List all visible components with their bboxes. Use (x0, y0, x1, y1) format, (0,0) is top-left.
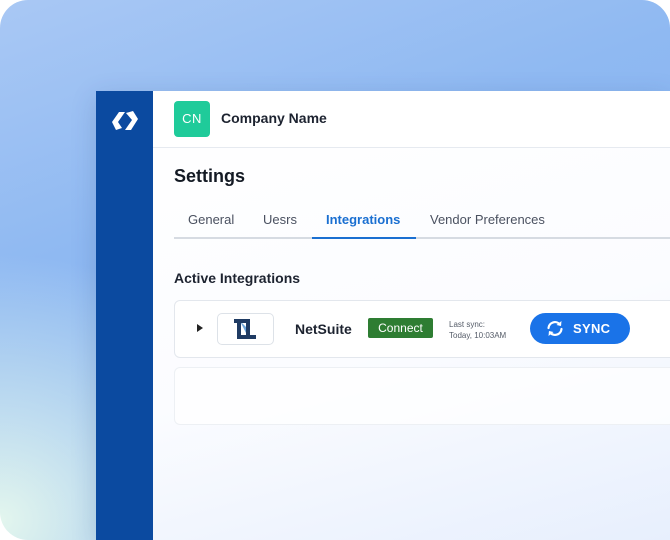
integration-row: NetSuite Connect Last sync: Today, 10:03… (174, 300, 670, 358)
tab-vendor-preferences[interactable]: Vendor Preferences (430, 212, 545, 227)
active-tab-indicator (312, 237, 416, 239)
sidebar (96, 91, 153, 540)
company-avatar[interactable]: CN (174, 101, 210, 137)
last-sync-label: Last sync: (449, 320, 486, 329)
company-name[interactable]: Company Name (221, 110, 327, 126)
status-badge: Connect (368, 318, 433, 338)
last-sync-value: Today, 10:03AM (449, 331, 507, 340)
settings-tabs: General Uesrs Integrations Vendor Prefer… (174, 203, 670, 239)
tab-integrations[interactable]: Integrations (326, 212, 400, 227)
netsuite-logo-icon (234, 319, 256, 339)
integration-name: NetSuite (295, 321, 352, 337)
refresh-icon (547, 321, 563, 336)
last-sync-info: Last sync: Today, 10:03AM (449, 319, 506, 341)
section-title: Active Integrations (174, 270, 301, 286)
sync-button[interactable]: SYNC (530, 313, 630, 344)
caret-right-icon[interactable] (197, 324, 203, 332)
tab-general[interactable]: General (188, 212, 234, 227)
app-logo-icon[interactable] (110, 109, 140, 133)
page-title: Settings (174, 166, 246, 186)
app-window: CN Company Name Settings General Uesrs I… (96, 91, 670, 540)
main-content: CN Company Name Settings General Uesrs I… (153, 91, 670, 540)
tab-users[interactable]: Uesrs (263, 212, 297, 227)
empty-integration-row (174, 367, 670, 425)
integration-logo (217, 313, 274, 345)
sync-button-label: SYNC (573, 321, 611, 336)
top-bar: CN Company Name (153, 91, 670, 148)
